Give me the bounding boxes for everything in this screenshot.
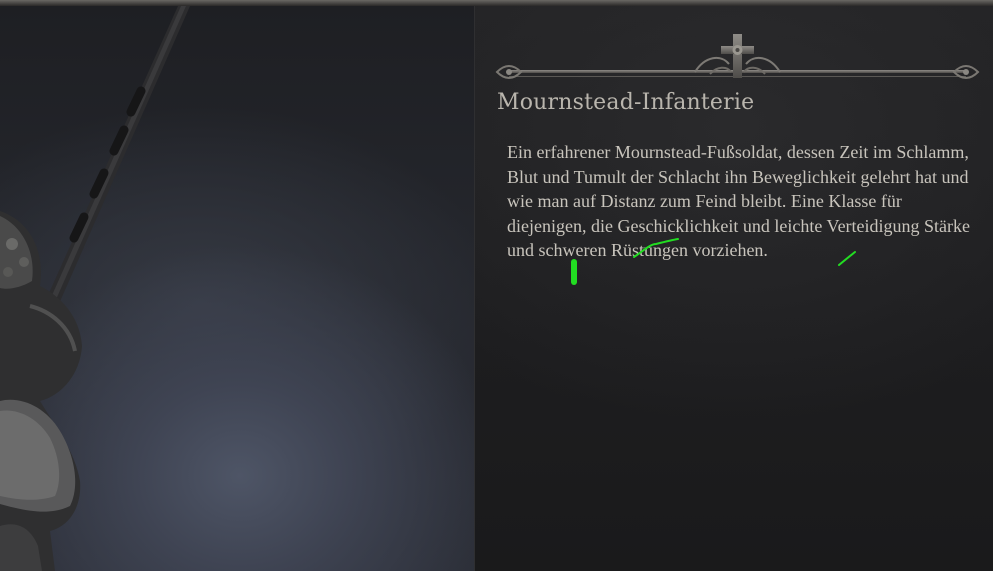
spear [45,6,190,306]
top-frame-border [0,0,993,6]
cross-filigree-ornament-icon [495,34,980,79]
character-class-screen: Mournstead-Infanterie Ein erfahrener Mou… [0,0,993,571]
class-title: Mournstead-Infanterie [497,90,755,115]
class-description: Ein erfahrener Mournstead-Fußsoldat, des… [507,142,971,261]
character-figure [0,6,190,571]
character-preview [0,6,474,571]
class-info-panel: Mournstead-Infanterie Ein erfahrener Mou… [474,6,993,571]
